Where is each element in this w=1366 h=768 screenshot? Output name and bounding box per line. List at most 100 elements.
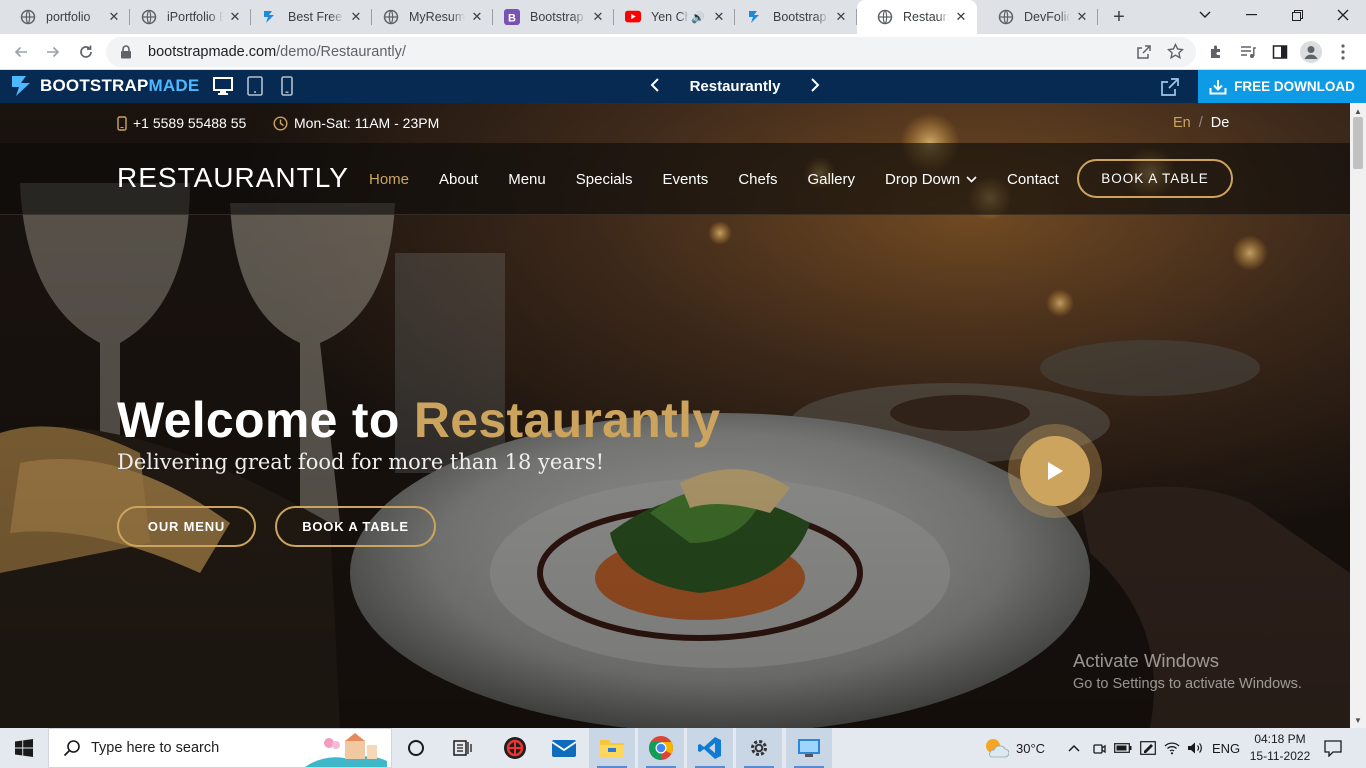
media-controls-icon[interactable] <box>1236 40 1260 64</box>
vscode-icon[interactable] <box>687 728 733 768</box>
file-explorer-icon[interactable] <box>589 728 635 768</box>
close-icon[interactable]: ✕ <box>469 9 485 25</box>
site-logo[interactable]: RESTAURANTLY <box>117 162 349 194</box>
close-icon[interactable]: ✕ <box>227 9 243 25</box>
minimize-button[interactable] <box>1228 0 1274 30</box>
page-scrollbar[interactable]: ▲ ▼ <box>1350 103 1366 728</box>
hero-title-white: Welcome to <box>117 392 400 448</box>
restore-button[interactable] <box>1274 0 1320 30</box>
forward-arrow-icon[interactable] <box>41 40 65 64</box>
chrome-icon[interactable] <box>638 728 684 768</box>
pen-workspace-icon[interactable] <box>1140 728 1156 768</box>
scroll-up-icon[interactable]: ▲ <box>1354 107 1362 116</box>
free-download-button[interactable]: FREE DOWNLOAD <box>1198 70 1366 103</box>
close-icon[interactable]: ✕ <box>106 9 122 25</box>
close-icon[interactable]: ✕ <box>953 9 969 25</box>
task-view-icon[interactable] <box>393 728 439 768</box>
tab-search-icon[interactable] <box>1182 0 1228 30</box>
taskbar-search[interactable]: Type here to search <box>48 728 392 768</box>
browser-tab[interactable]: portfolio ✕ <box>0 0 130 34</box>
tab-title: portfolio <box>46 10 91 24</box>
bootstrapmade-logo-icon <box>12 76 30 96</box>
scroll-down-icon[interactable]: ▼ <box>1354 716 1362 725</box>
browser-tab-active[interactable]: Restaurantly ✕ <box>857 0 977 34</box>
menu-dots-icon[interactable] <box>1331 40 1355 64</box>
play-video-button[interactable] <box>1008 424 1102 518</box>
side-panel-icon[interactable] <box>1268 40 1292 64</box>
svg-text:B: B <box>508 13 516 25</box>
desktop-view-icon[interactable] <box>213 76 233 96</box>
template-name: Restaurantly <box>689 78 781 95</box>
close-icon[interactable]: ✕ <box>711 9 727 25</box>
back-arrow-icon[interactable] <box>9 40 33 64</box>
chevron-right-icon[interactable] <box>810 77 820 96</box>
close-icon[interactable]: ✕ <box>1074 9 1090 25</box>
speaker-icon[interactable]: 🔊 <box>691 11 705 24</box>
our-menu-button[interactable]: OUR MENU <box>117 506 256 547</box>
nav-about[interactable]: About <box>439 171 478 188</box>
wifi-icon[interactable] <box>1164 728 1180 768</box>
lang-de-link[interactable]: De <box>1211 115 1230 131</box>
lang-en-link[interactable]: En <box>1173 115 1191 131</box>
phone-icon <box>117 115 127 131</box>
nav-specials[interactable]: Specials <box>576 171 633 188</box>
browser-tab[interactable]: Bootstrap Templates ✕ <box>727 0 857 34</box>
browser-tab[interactable]: Best Free Website ✕ <box>242 0 372 34</box>
share-icon[interactable] <box>1136 44 1152 65</box>
widgets-icon[interactable] <box>440 728 486 768</box>
reload-icon[interactable] <box>74 40 98 64</box>
settings-gear-icon[interactable] <box>736 728 782 768</box>
browser-toolbar: bootstrapmade.com/demo/Restaurantly/ <box>0 34 1366 70</box>
globe-icon <box>20 9 36 25</box>
template-switcher: Restaurantly <box>650 70 820 103</box>
show-hidden-icons-icon[interactable] <box>1068 728 1080 768</box>
nav-menu-link[interactable]: Menu <box>508 171 546 188</box>
nav-gallery[interactable]: Gallery <box>808 171 856 188</box>
nav-menu: Home About Menu Specials Events Chefs Ga… <box>369 143 1089 215</box>
bookmark-star-icon[interactable] <box>1166 42 1185 65</box>
taskbar-clock[interactable]: 04:18 PM 15-11-2022 <box>1245 731 1315 765</box>
tablet-view-icon[interactable] <box>247 76 263 96</box>
close-icon[interactable]: ✕ <box>348 9 364 25</box>
extensions-icon[interactable] <box>1204 40 1228 64</box>
browser-tab[interactable]: B Bootstrap Templates ✕ <box>484 0 614 34</box>
scrollbar-thumb[interactable] <box>1353 117 1363 169</box>
nav-chefs[interactable]: Chefs <box>738 171 777 188</box>
browser-tab[interactable]: iPortfolio Bootstrap ✕ <box>121 0 251 34</box>
chevron-left-icon[interactable] <box>650 77 660 96</box>
phone-view-icon[interactable] <box>281 76 293 96</box>
nav-contact[interactable]: Contact <box>1007 171 1059 188</box>
battery-icon[interactable] <box>1114 728 1132 768</box>
browser-tab[interactable]: DevFolio Bootstrap ✕ <box>978 0 1098 34</box>
volume-icon[interactable] <box>1187 728 1203 768</box>
lock-icon[interactable] <box>120 45 134 59</box>
address-bar[interactable]: bootstrapmade.com/demo/Restaurantly/ <box>106 37 1196 67</box>
bootstrapmade-logo[interactable]: BOOTSTRAP MADE <box>10 74 199 98</box>
nav-home[interactable]: Home <box>369 171 409 188</box>
notifications-icon[interactable] <box>1324 728 1342 768</box>
windows-start-icon[interactable] <box>0 728 48 768</box>
book-table-button[interactable]: BOOK A TABLE <box>1077 159 1233 198</box>
close-window-button[interactable] <box>1320 0 1366 30</box>
browser-tab[interactable]: Yen Chi 🔊 ✕ <box>605 0 735 34</box>
remote-desktop-icon[interactable] <box>786 728 832 768</box>
main-navbar: RESTAURANTLY Home About Menu Specials Ev… <box>0 143 1350 215</box>
open-external-icon[interactable] <box>1160 77 1180 102</box>
profile-avatar[interactable] <box>1299 40 1323 64</box>
meet-now-icon[interactable] <box>1092 728 1106 768</box>
hero-book-table-button[interactable]: BOOK A TABLE <box>275 506 436 547</box>
close-icon[interactable]: ✕ <box>833 9 849 25</box>
watermark-line2: Go to Settings to activate Windows. <box>1073 676 1302 692</box>
close-icon[interactable]: ✕ <box>590 9 606 25</box>
new-tab-button[interactable]: + <box>1108 6 1130 28</box>
nav-events[interactable]: Events <box>662 171 708 188</box>
globe-icon <box>877 9 893 25</box>
mail-app-icon[interactable] <box>541 728 587 768</box>
browser-tab[interactable]: MyResume Bootstrap ✕ <box>363 0 493 34</box>
antivirus-app-icon[interactable] <box>492 728 538 768</box>
weather-widget[interactable]: 30°C <box>983 728 1045 768</box>
input-language[interactable]: ENG <box>1212 728 1240 768</box>
nav-dropdown[interactable]: Drop Down <box>885 171 977 188</box>
hours-text: Mon-Sat: 11AM - 23PM <box>294 115 440 131</box>
clock-time: 04:18 PM <box>1254 732 1306 746</box>
